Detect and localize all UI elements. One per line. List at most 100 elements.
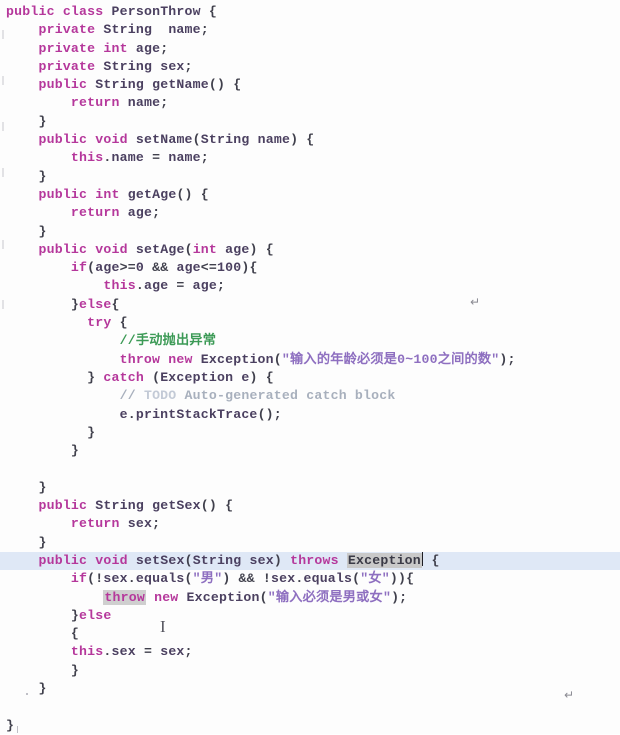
token-keyword: public bbox=[38, 241, 88, 257]
code-line[interactable]: public String getSex() { bbox=[0, 497, 620, 515]
code-line[interactable]: public int getAge() { bbox=[0, 186, 620, 204]
token-brace: } bbox=[6, 534, 47, 550]
token-var: sex bbox=[103, 571, 128, 587]
code-lines-container[interactable]: public class PersonThrow { private Strin… bbox=[0, 3, 620, 735]
code-line[interactable]: } bbox=[0, 717, 620, 735]
highlighted-keyword-throw[interactable]: throw bbox=[103, 589, 146, 605]
code-line[interactable]: if(!sex.equals("男") && !sex.equals("女"))… bbox=[0, 570, 620, 588]
token-keyword-throws: throws bbox=[290, 552, 339, 568]
code-line[interactable]: } bbox=[0, 223, 620, 241]
code-line[interactable]: public String getName() { bbox=[0, 76, 620, 94]
code-line[interactable]: if(age>=0 && age<=100){ bbox=[0, 259, 620, 277]
token-brace: } bbox=[6, 223, 47, 239]
string-literal-age-error: 输入的年龄必须是0~100之间的数 bbox=[290, 351, 492, 367]
code-line[interactable]: public class PersonThrow { bbox=[0, 3, 620, 21]
token-var: sex bbox=[271, 571, 296, 587]
code-line[interactable]: this.age = age; bbox=[0, 277, 620, 295]
token-var: age bbox=[95, 260, 120, 276]
token-operator: && bbox=[143, 260, 177, 276]
token-punct: . bbox=[103, 150, 112, 166]
code-line[interactable]: } bbox=[0, 168, 620, 186]
token-type: String bbox=[103, 22, 153, 38]
token-brace: } bbox=[6, 424, 96, 440]
comment-slashes: // bbox=[119, 388, 136, 404]
code-line-blank[interactable] bbox=[0, 698, 620, 716]
token-brace: } bbox=[6, 479, 47, 495]
selected-word-exception[interactable]: Exception bbox=[346, 552, 422, 568]
return-mark-icon: ↵ bbox=[470, 295, 481, 309]
token-keyword: void bbox=[95, 132, 128, 148]
token-param: age bbox=[192, 278, 217, 294]
token-punct: ) { bbox=[249, 369, 274, 385]
code-line[interactable]: }else{ bbox=[0, 296, 620, 314]
code-line[interactable]: } bbox=[0, 680, 620, 698]
code-line[interactable]: private int age; bbox=[0, 40, 620, 58]
token-keyword: public bbox=[38, 498, 88, 514]
code-line[interactable]: public void setAge(int age) { bbox=[0, 241, 620, 259]
token-brace: { bbox=[6, 626, 80, 642]
token-method: setName bbox=[135, 132, 193, 148]
token-method: getName bbox=[152, 77, 209, 93]
code-line[interactable]: return sex; bbox=[0, 515, 620, 533]
token-brace: } bbox=[6, 113, 47, 129]
token-semicolon: ; bbox=[217, 278, 226, 294]
code-line[interactable]: private String sex; bbox=[0, 58, 620, 76]
code-line[interactable]: } bbox=[0, 424, 620, 442]
code-line-blank[interactable] bbox=[0, 460, 620, 478]
code-line[interactable]: //手动抛出异常 bbox=[0, 332, 620, 350]
code-line-active[interactable]: public void setSex(String sex) throws Ex… bbox=[0, 551, 620, 571]
code-line[interactable]: } bbox=[0, 442, 620, 460]
token-punct: (! bbox=[87, 571, 104, 587]
string-quote: " bbox=[192, 571, 201, 587]
code-line[interactable]: this.name = name; bbox=[0, 149, 620, 167]
code-line[interactable]: e.printStackTrace(); bbox=[0, 406, 620, 424]
token-keyword-new: new bbox=[168, 351, 193, 367]
code-line[interactable]: }else bbox=[0, 607, 620, 625]
token-punct: () { bbox=[200, 498, 234, 514]
code-line[interactable]: } bbox=[0, 113, 620, 131]
code-line[interactable]: { bbox=[0, 625, 620, 643]
code-line[interactable]: } catch (Exception e) { bbox=[0, 369, 620, 387]
token-keyword: public bbox=[38, 77, 88, 93]
token-operator: = bbox=[135, 644, 161, 660]
code-line[interactable]: try { bbox=[0, 314, 620, 332]
token-keyword: public bbox=[38, 132, 88, 148]
string-quote: " bbox=[382, 589, 392, 605]
token-param: sex bbox=[249, 552, 274, 568]
code-line[interactable]: // TODO Auto-generated catch block bbox=[0, 387, 620, 405]
code-line[interactable]: } bbox=[0, 479, 620, 497]
code-line[interactable]: } bbox=[0, 534, 620, 552]
code-line[interactable]: throw new Exception("输入的年龄必须是0~100之间的数")… bbox=[0, 351, 620, 369]
token-param: age bbox=[225, 241, 250, 257]
code-line[interactable]: private String name; bbox=[0, 21, 620, 39]
token-brace: } bbox=[87, 369, 104, 385]
code-line[interactable]: throw new Exception("输入必须是男或女"); bbox=[0, 589, 620, 607]
code-line[interactable]: return age; bbox=[0, 204, 620, 222]
code-editor-canvas[interactable]: public class PersonThrow { private Strin… bbox=[0, 0, 620, 734]
comment-manual-throw: //手动抛出异常 bbox=[119, 333, 217, 349]
token-keyword-new: new bbox=[154, 589, 179, 605]
code-line[interactable]: return name; bbox=[0, 94, 620, 112]
code-line[interactable]: } bbox=[0, 662, 620, 680]
token-operator: >= bbox=[119, 260, 136, 276]
token-brace: } bbox=[6, 168, 47, 184]
token-brace: } bbox=[70, 607, 80, 623]
code-line[interactable]: this.sex = sex; bbox=[0, 643, 620, 661]
code-line[interactable]: public void setName(String name) { bbox=[0, 131, 620, 149]
token-keyword: if bbox=[70, 571, 88, 587]
